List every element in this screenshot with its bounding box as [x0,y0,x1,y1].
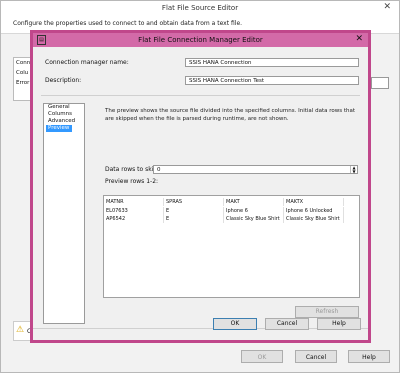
grid-header-cell: MAKT [224,198,284,206]
skip-rows-label: Data rows to skip: [105,166,160,173]
description-label: Description: [45,77,82,84]
grid-header-cell: SPRAS [164,198,224,206]
description-input[interactable]: SSIS HANA Connection Test [185,76,359,85]
outer-description: Configure the properties used to connect… [13,20,243,27]
preview-rows-label: Preview rows 1-2: [105,178,159,185]
grid-cell: EL07633 [104,207,164,215]
outer-cancel-button[interactable]: Cancel [295,350,337,363]
inner-close-icon[interactable]: ✕ [355,34,363,44]
editor-nav-list: General Columns Advanced Preview [43,103,85,324]
table-row: EL07633 E Iphone 6 Iphone 6 Unlocked [104,207,359,215]
grid-cell: E [164,215,224,223]
refresh-button[interactable]: Refresh [295,306,359,318]
outer-titlebar: Flat File Source Editor ✕ [1,1,399,15]
skip-rows-stepper[interactable]: 0 ▲ ▼ [153,165,358,174]
cancel-button[interactable]: Cancel [265,318,309,330]
skip-rows-value: 0 [157,167,161,173]
grid-cell: AP6542 [104,215,164,223]
conn-name-input[interactable]: SSIS HANA Connection [185,58,359,67]
spinner-arrows-icon[interactable]: ▲ ▼ [350,166,357,173]
grid-cell: E [164,207,224,215]
flat-file-connection-manager-editor: ▤ Flat File Connection Manager Editor ✕ … [30,30,371,343]
ok-button[interactable]: OK [213,318,257,330]
header-divider [41,95,360,96]
table-row: AP6542 E Classic Sky Blue Shirt Classic … [104,215,359,223]
grid-cell: Iphone 6 [224,207,284,215]
help-button[interactable]: Help [317,318,361,330]
nav-item-preview[interactable]: Preview [46,125,72,132]
grid-cell: Classic Sky Blue Shirt [224,215,284,223]
grid-cell: Iphone 6 Unlocked [284,207,344,215]
inner-window-title: Flat File Connection Manager Editor [138,36,263,44]
outer-close-icon[interactable]: ✕ [383,2,391,12]
grid-cell: Classic Sky Blue Shirt [284,215,344,223]
grid-header-row: MATNR SPRAS MAKT MAKTX [104,198,359,206]
grid-header-cell: MATNR [104,198,164,206]
preview-info-text: The preview shows the source file divide… [105,108,356,122]
nav-item-general[interactable]: General [46,104,84,111]
outer-ok-button[interactable]: OK [241,350,283,363]
preview-grid: MATNR SPRAS MAKT MAKTX EL07633 E Iphone … [103,195,360,298]
nav-item-advanced[interactable]: Advanced [46,118,84,125]
outer-side-button[interactable] [371,77,389,89]
conn-name-label: Connection manager name: [45,59,129,66]
outer-help-button[interactable]: Help [348,350,390,363]
warning-icon: ⚠ [16,325,25,335]
grid-header-cell: MAKTX [284,198,344,206]
inner-body: Connection manager name: SSIS HANA Conne… [33,47,368,328]
nav-item-columns[interactable]: Columns [46,111,84,118]
inner-titlebar: ▤ Flat File Connection Manager Editor ✕ [33,33,368,47]
outer-window-title: Flat File Source Editor [161,4,239,12]
